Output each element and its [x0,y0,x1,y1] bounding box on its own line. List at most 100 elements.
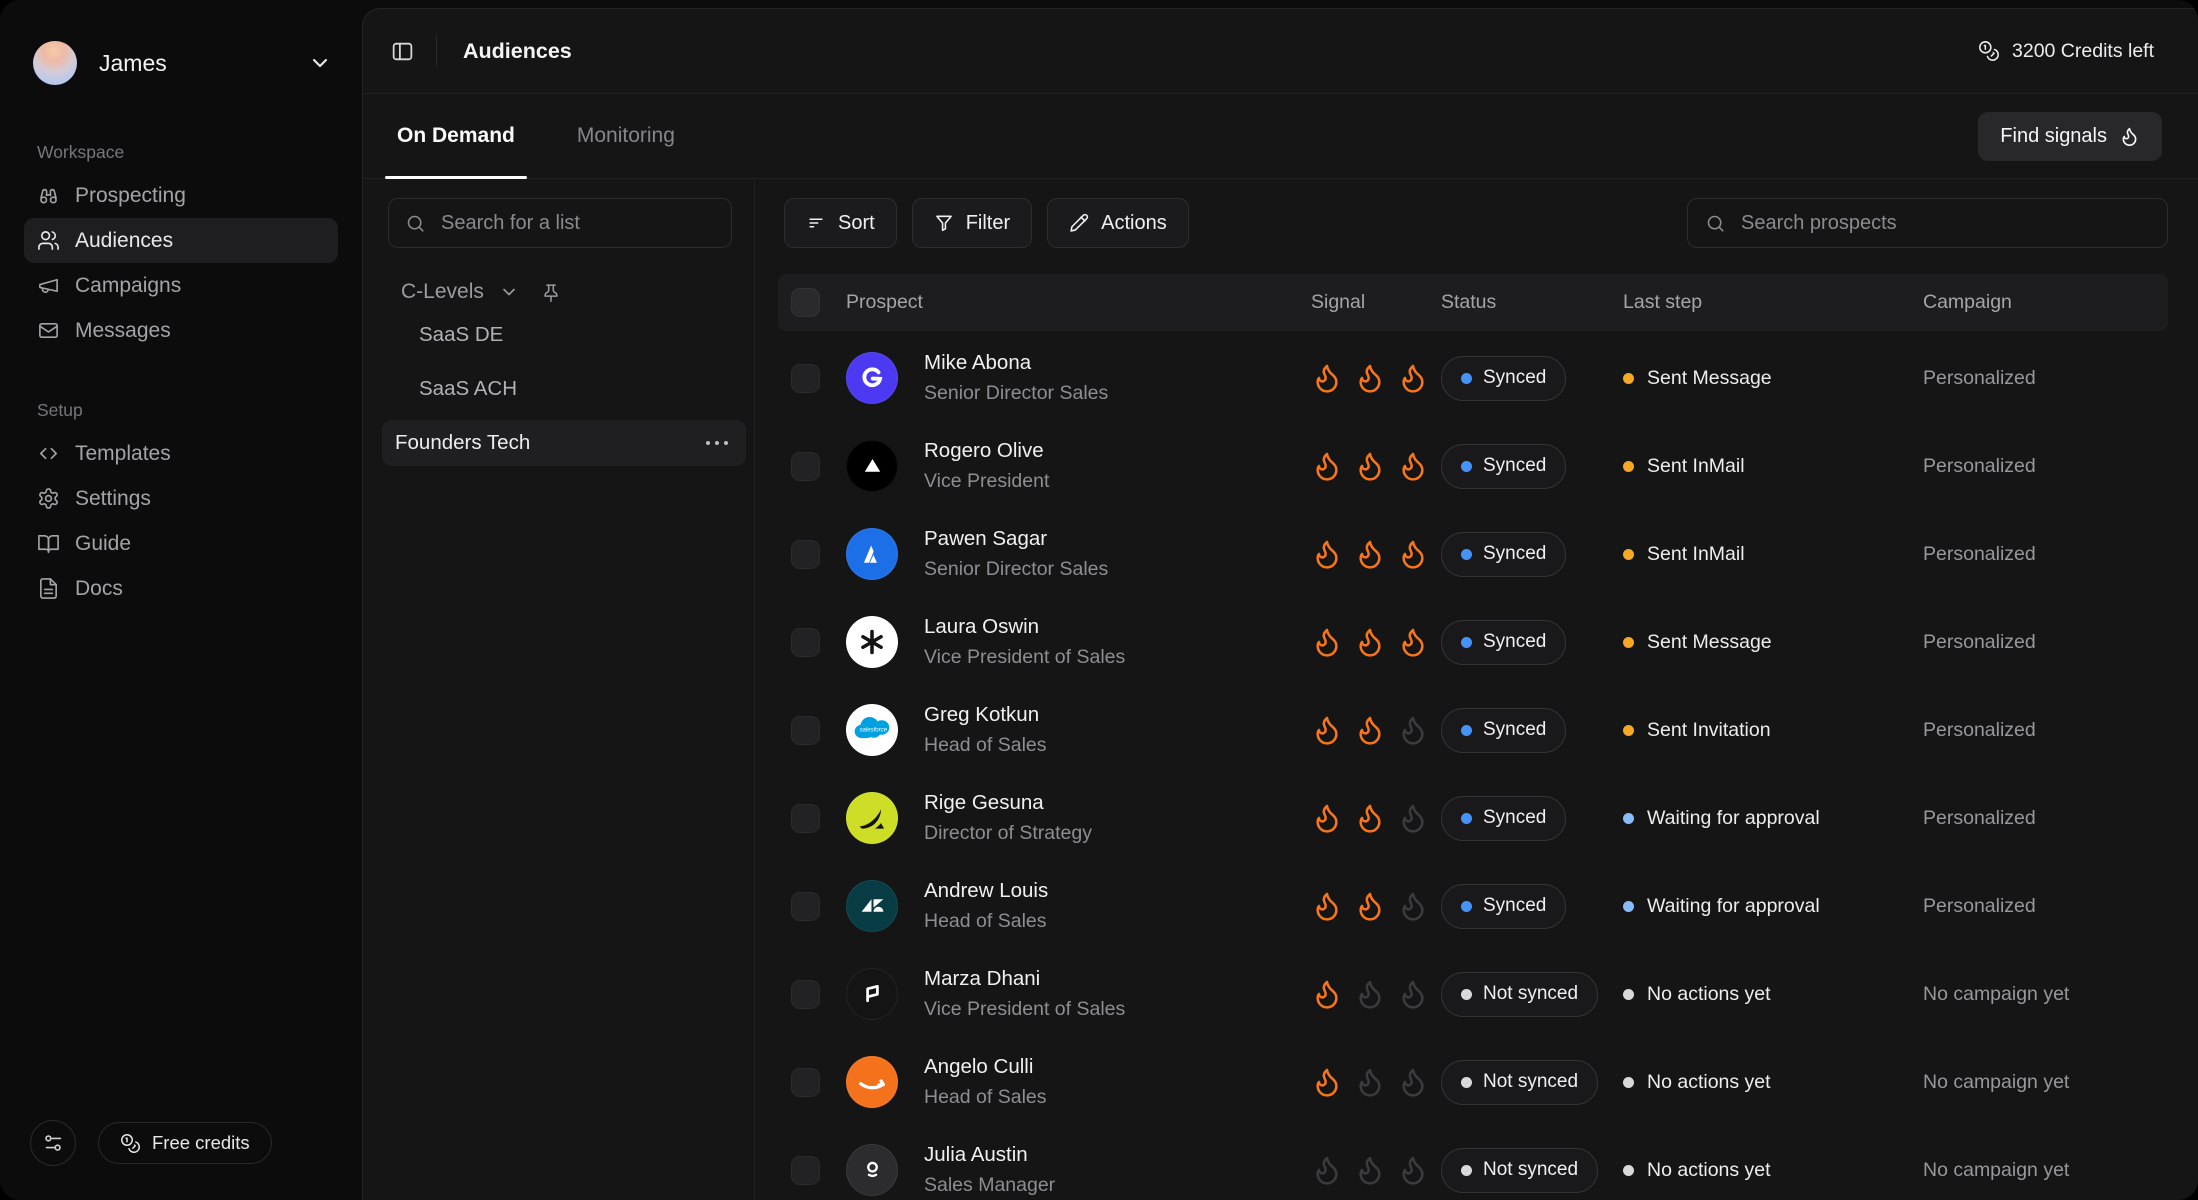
sidebar-item-prospecting[interactable]: Prospecting [24,173,338,218]
actions-button[interactable]: Actions [1047,198,1189,248]
flame-icon [1354,802,1386,834]
ellipsis-icon[interactable] [706,441,728,445]
sidebar-item-messages[interactable]: Messages [24,308,338,353]
table-row[interactable]: Andrew LouisHead of SalesSyncedWaiting f… [778,862,2168,950]
status-dot [1461,549,1472,560]
prospect-search-input[interactable] [1739,211,2150,236]
row-checkbox[interactable] [791,628,820,657]
prospect-name[interactable]: Rogero Olive [924,438,1049,465]
status-badge: Not synced [1441,1060,1598,1105]
list-item-founders-tech[interactable]: Founders Tech [382,420,746,466]
table-row[interactable]: Pawen SagarSenior Director SalesSyncedSe… [778,510,2168,598]
list-search-input[interactable] [439,211,715,236]
prospect-info: Mike AbonaSenior Director Sales [924,350,1108,407]
last-step-dot [1623,725,1634,736]
flame-icon [1354,714,1386,746]
flame-icon [1397,1154,1429,1186]
list-item-saas-ach[interactable]: SaaS ACH [388,366,732,412]
table-row[interactable]: Angelo CulliHead of SalesNot syncedNo ac… [778,1038,2168,1126]
table-row[interactable]: Julia AustinSales ManagerNot syncedNo ac… [778,1126,2168,1200]
row-checkbox[interactable] [791,804,820,833]
column-header-signal[interactable]: Signal [1295,291,1433,314]
free-credits-button[interactable]: Free credits [98,1122,272,1164]
gear-icon [37,487,60,510]
prospect-name[interactable]: Marza Dhani [924,966,1125,993]
table-row[interactable]: Rige GesunaDirector of StrategySyncedWai… [778,774,2168,862]
users-icon [37,229,60,252]
sidebar-item-docs[interactable]: Docs [24,566,338,611]
last-step-label: Sent InMail [1647,543,1745,566]
filter-button[interactable]: Filter [912,198,1032,248]
tab-on-demand[interactable]: On Demand [397,124,515,148]
prospect-name[interactable]: Greg Kotkun [924,702,1047,729]
prospect-info: Laura OswinVice President of Sales [924,614,1125,671]
svg-text:salesforce: salesforce [859,728,887,734]
table-row[interactable]: Marza DhaniVice President of SalesNot sy… [778,950,2168,1038]
row-checkbox[interactable] [791,980,820,1009]
prospect-info: Rogero OliveVice President [924,438,1049,495]
flame-icon [1354,450,1386,482]
sidebar-item-templates[interactable]: Templates [24,431,338,476]
prospect-title: Sales Manager [924,1173,1055,1198]
table-row[interactable]: Mike AbonaSenior Director SalesSyncedSen… [778,334,2168,422]
sidebar-item-label: Docs [75,577,123,601]
prospect-name[interactable]: Pawen Sagar [924,526,1108,553]
column-header-campaign[interactable]: Campaign [1913,291,2168,314]
last-step-label: Sent InMail [1647,455,1745,478]
sidebar-item-guide[interactable]: Guide [24,521,338,566]
sort-label: Sort [838,212,875,235]
sort-button[interactable]: Sort [784,198,897,248]
prospect-name[interactable]: Angelo Culli [924,1054,1047,1081]
row-checkbox[interactable] [791,716,820,745]
table-row[interactable]: Rogero OliveVice PresidentSyncedSent InM… [778,422,2168,510]
sidebar: James Workspace Prospecting Audiences Ca… [0,0,362,1200]
sidebar-item-label: Campaigns [75,274,181,298]
prospect-title: Vice President of Sales [924,997,1125,1022]
campaign-cell: Personalized [1913,719,2168,742]
row-checkbox[interactable] [791,892,820,921]
list-item-label: SaaS DE [419,323,503,347]
last-step-label: Sent Message [1647,631,1772,654]
prospect-name[interactable]: Mike Abona [924,350,1108,377]
find-signals-button[interactable]: Find signals [1978,112,2162,161]
prospect-name[interactable]: Andrew Louis [924,878,1048,905]
sidebar-item-campaigns[interactable]: Campaigns [24,263,338,308]
select-all-checkbox[interactable] [791,288,820,317]
pin-icon[interactable] [540,281,562,303]
sidebar-toggle-button[interactable] [382,31,422,71]
preferences-button[interactable] [30,1120,76,1166]
list-item-saas-de[interactable]: SaaS DE [388,312,732,358]
row-checkbox[interactable] [791,364,820,393]
row-checkbox[interactable] [791,540,820,569]
last-step-cell: No actions yet [1613,983,1913,1006]
prospect-name[interactable]: Laura Oswin [924,614,1125,641]
prospect-name[interactable]: Julia Austin [924,1142,1055,1169]
flame-icon [1311,978,1343,1010]
last-step-dot [1623,461,1634,472]
zendesk-logo [846,880,898,932]
sidebar-nav: Workspace Prospecting Audiences Campaign… [0,142,362,611]
prospect-name[interactable]: Rige Gesuna [924,790,1092,817]
column-header-last-step[interactable]: Last step [1613,291,1913,314]
row-checkbox[interactable] [791,1156,820,1185]
flame-icon [1311,362,1343,394]
row-checkbox[interactable] [791,452,820,481]
user-menu[interactable]: James [33,40,332,86]
prospect-info: Marza Dhani Vice President of Sales [924,966,1125,1023]
list-group-c-levels[interactable]: C-Levels [401,280,732,304]
user-name: James [99,50,167,77]
row-checkbox[interactable] [791,1068,820,1097]
column-header-prospect[interactable]: Prospect [840,291,1295,314]
sidebar-item-audiences[interactable]: Audiences [24,218,338,263]
table-row[interactable]: Laura OswinVice President of SalesSynced… [778,598,2168,686]
last-step-cell: Sent InMail [1613,455,1913,478]
sidebar-item-settings[interactable]: Settings [24,476,338,521]
column-header-status[interactable]: Status [1433,291,1613,314]
tab-monitoring[interactable]: Monitoring [577,124,675,148]
flame-icon [1397,1066,1429,1098]
status-label: Synced [1483,367,1546,389]
status-dot [1461,461,1472,472]
table-row[interactable]: salesforceGreg KotkunHead of SalesSynced… [778,686,2168,774]
flame-icon [1397,626,1429,658]
campaign-cell: No campaign yet [1913,1159,2168,1182]
